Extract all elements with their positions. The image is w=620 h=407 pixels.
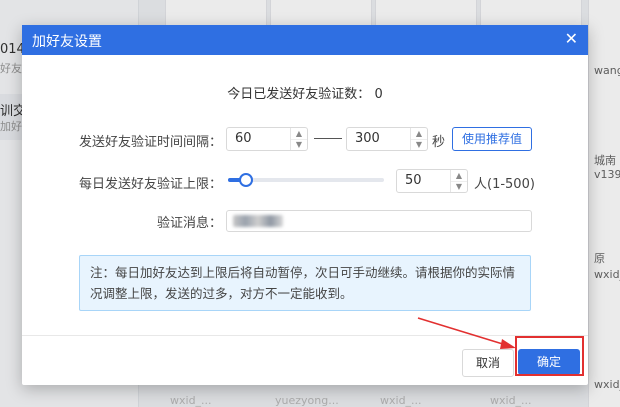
annotation-arrow [417,317,516,349]
